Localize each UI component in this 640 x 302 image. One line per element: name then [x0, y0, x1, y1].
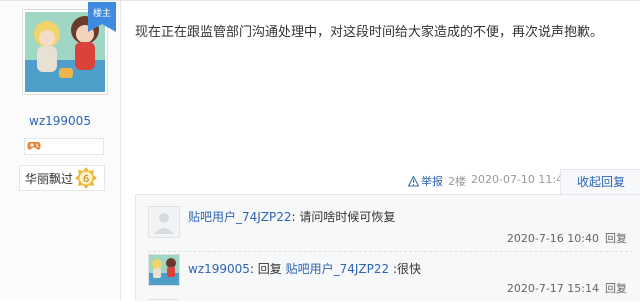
author-level[interactable]: 华丽飘过 6	[19, 165, 105, 191]
author-ribbon-badge: 楼主	[88, 2, 116, 32]
level-number: 6	[83, 174, 89, 185]
reply-username[interactable]: wz199005	[188, 262, 250, 276]
reply-meta: 2020-7-17 15:14 回复	[507, 280, 627, 296]
reply-text: 请问啥时候可恢复	[299, 210, 396, 224]
reply-meta: 2020-7-16 10:40 回复	[507, 230, 627, 246]
reply-list: 贴吧用户_74JZP22: 请问啥时候可恢复 2020-7-16 10:40 回复…	[135, 194, 640, 301]
reply-item: wz199005: 回复 贴吧用户_74JZP22 :很快 2020-7-17 …	[148, 251, 633, 302]
author-column: 楼主 wz199005 华丽飘过 6	[0, 1, 121, 300]
reply-button[interactable]: 回复	[605, 232, 627, 245]
post-body-text: 现在正在跟监管部门沟通处理中，对这段时间给大家造成的不便，再次说声抱歉。	[135, 25, 604, 40]
warning-icon	[407, 175, 420, 187]
author-badge-box	[24, 138, 104, 155]
author-username[interactable]: wz199005	[0, 114, 120, 128]
post-tail-bar: 举报 2楼 2020-07-10 11:41 收起回复	[121, 169, 640, 194]
ribbon-label: 楼主	[93, 7, 111, 19]
report-label: 举报	[421, 175, 443, 188]
post-floor: 楼主 wz199005 华丽飘过 6 现在正在跟监管部门沟通处理中，对这段时间给…	[0, 0, 640, 301]
reply-time: 2020-7-16 10:40	[506, 232, 599, 245]
report-link[interactable]: 举报	[407, 173, 443, 189]
reply-content: wz199005: 回复 贴吧用户_74JZP22 :很快	[188, 262, 422, 276]
reply-time: 2020-7-17 15:14	[506, 282, 599, 295]
post-content: 现在正在跟监管部门沟通处理中，对这段时间给大家造成的不便，再次说声抱歉。 举报 …	[121, 1, 640, 301]
reply-content: 贴吧用户_74JZP22: 请问啥时候可恢复	[188, 210, 396, 224]
level-name: 华丽飘过	[25, 172, 74, 186]
level-badge-icon: 6	[75, 167, 97, 189]
reply-user-avatar[interactable]	[148, 254, 180, 286]
game-controller-icon[interactable]	[27, 140, 41, 152]
reply-mention-link[interactable]: 贴吧用户_74JZP22	[286, 262, 390, 276]
collapse-replies-button[interactable]: 收起回复	[560, 169, 640, 194]
floor-number: 2楼	[448, 175, 466, 188]
reply-user-avatar[interactable]	[148, 206, 180, 238]
reply-item: 贴吧用户_74JZP22: 请问啥时候可恢复 2020-7-16 10:40 回复	[148, 204, 633, 254]
reply-text: :很快	[389, 262, 422, 276]
reply-username[interactable]: 贴吧用户_74JZP22	[188, 210, 292, 224]
post-date: 2020-07-10 11:41	[471, 173, 571, 186]
reply-button[interactable]: 回复	[605, 282, 627, 295]
